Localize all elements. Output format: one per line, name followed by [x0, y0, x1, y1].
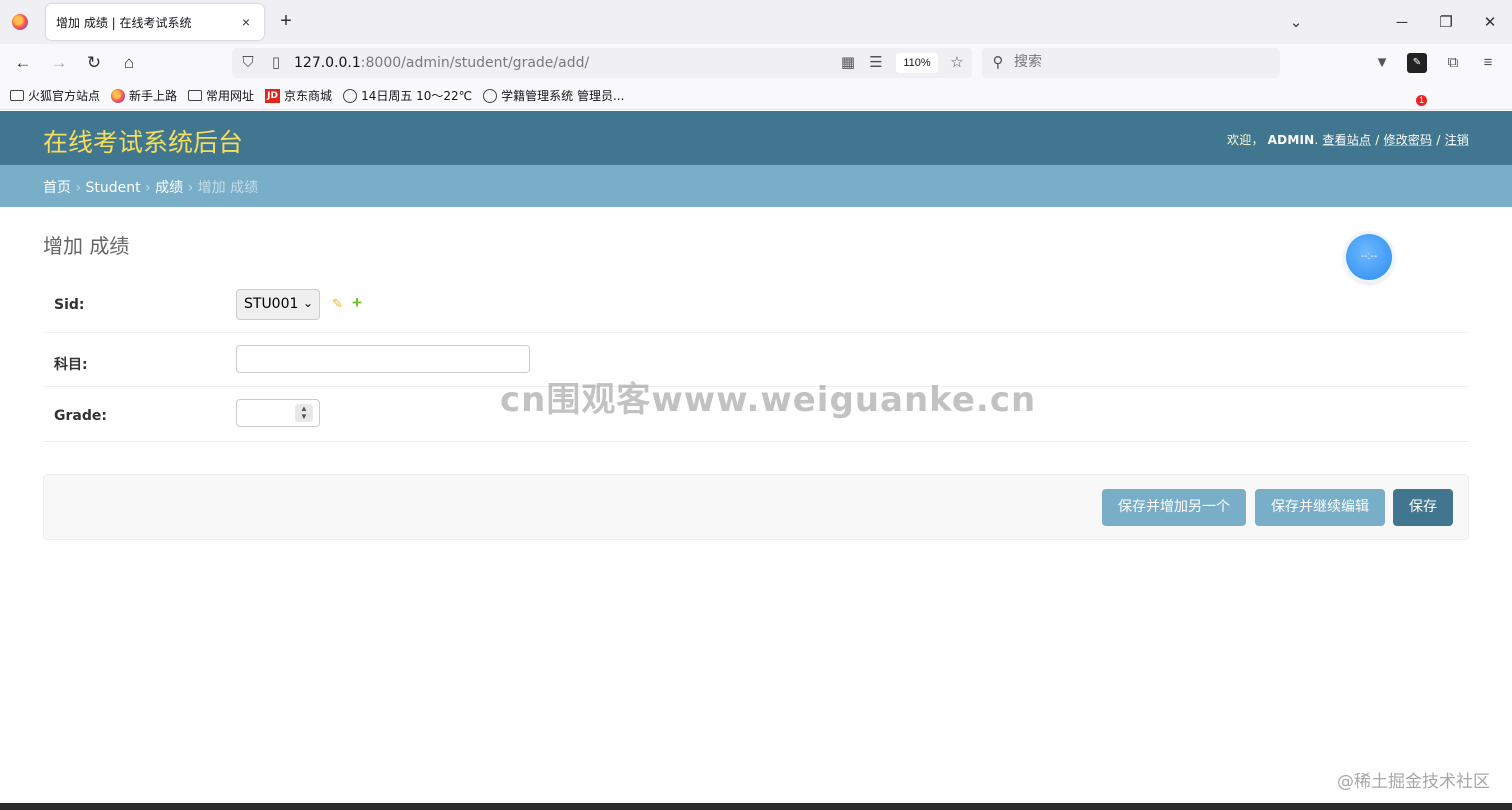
- vpn-extension-icon[interactable]: ▼: [1372, 53, 1392, 73]
- submit-row: 保存并增加另一个 保存并继续编辑 保存: [43, 474, 1469, 540]
- url-bar[interactable]: ⛉ ▯ 127.0.0.1:8000/admin/student/grade/a…: [232, 48, 972, 78]
- watermark: cn围观客www.weiguanke.cn: [500, 380, 1037, 420]
- folder-icon: [188, 90, 203, 101]
- chevron-down-icon: ⌄: [302, 296, 313, 310]
- bookmark-item[interactable]: JD 京东商城: [265, 87, 332, 104]
- bookmark-item[interactable]: 新手上路: [111, 87, 177, 104]
- folder-icon: [10, 90, 24, 101]
- new-tab-button[interactable]: +: [276, 10, 296, 32]
- browser-tab[interactable]: 增加 成绩 | 在线考试系统 ×: [46, 4, 264, 40]
- tab-close-icon[interactable]: ×: [238, 14, 254, 30]
- back-icon[interactable]: ←: [13, 53, 33, 73]
- bookmark-item[interactable]: 常用网址: [188, 87, 254, 104]
- user-tools: 欢迎， ADMIN. 查看站点 / 修改密码 / 注销: [1227, 133, 1469, 147]
- sid-label: Sid:: [54, 297, 85, 313]
- save-button[interactable]: 保存: [1393, 489, 1453, 526]
- extension-icon[interactable]: ✎: [1407, 53, 1427, 73]
- firefox-logo-icon[interactable]: [12, 14, 28, 30]
- sid-select[interactable]: STU001 ⌄: [236, 289, 320, 320]
- save-and-continue-button[interactable]: 保存并继续编辑: [1255, 489, 1385, 526]
- search-input[interactable]: [1012, 53, 1252, 71]
- juejin-watermark: @稀土掘金技术社区: [1337, 772, 1490, 792]
- breadcrumb-home[interactable]: 首页: [43, 180, 71, 196]
- save-and-add-another-button[interactable]: 保存并增加另一个: [1102, 489, 1246, 526]
- username: ADMIN: [1267, 133, 1315, 147]
- floating-widget[interactable]: --:--: [1346, 234, 1392, 280]
- page-title: 增加 成绩: [43, 234, 130, 258]
- change-password-link[interactable]: 修改密码: [1384, 133, 1433, 147]
- zoom-level[interactable]: 110%: [896, 53, 938, 73]
- reader-view-icon[interactable]: ☰: [866, 53, 886, 73]
- view-site-link[interactable]: 查看站点: [1322, 133, 1371, 147]
- extension-badge: 1: [1416, 95, 1428, 106]
- restore-icon[interactable]: ❐: [1424, 13, 1468, 31]
- reload-icon[interactable]: ↻: [84, 53, 104, 73]
- breadcrumb-app[interactable]: Student: [86, 180, 141, 196]
- home-icon[interactable]: ⌂: [119, 53, 139, 73]
- url-text[interactable]: 127.0.0.1:8000/admin/student/grade/add/: [294, 55, 589, 71]
- bookmark-star-icon[interactable]: ☆: [947, 53, 967, 73]
- taskbar-strip: [0, 803, 1512, 810]
- breadcrumb-model[interactable]: 成绩: [155, 180, 183, 196]
- extensions-puzzle-icon[interactable]: ⧉: [1443, 53, 1463, 73]
- firefox-icon: [111, 88, 126, 103]
- list-all-tabs-icon[interactable]: ⌄: [1274, 13, 1318, 31]
- minimize-icon[interactable]: ─: [1380, 14, 1424, 31]
- shield-icon[interactable]: ⛉: [238, 53, 258, 73]
- bookmark-item[interactable]: 14日周五 10～22℃: [343, 87, 472, 104]
- subject-label: 科目:: [54, 357, 88, 373]
- grade-label: Grade:: [54, 408, 107, 424]
- bookmark-item[interactable]: 火狐官方站点: [10, 87, 100, 104]
- bookmarks-toolbar: 火狐官方站点 新手上路 常用网址 JD 京东商城 14日周五 10～22℃ 学籍管…: [0, 82, 1512, 110]
- browser-tab-bar: 增加 成绩 | 在线考试系统 × + ⌄ ─ ❐ ✕: [0, 0, 1512, 44]
- breadcrumb-current: 增加 成绩: [197, 180, 259, 196]
- tab-title: 增加 成绩 | 在线考试系统: [56, 15, 192, 30]
- browser-nav-bar: ← → ↻ ⌂ ⛉ ▯ 127.0.0.1:8000/admin/student…: [0, 44, 1512, 106]
- qr-code-icon[interactable]: ▦: [838, 53, 858, 73]
- search-bar[interactable]: ⚲: [982, 48, 1280, 78]
- breadcrumb: 首页 › Student › 成绩 › 增加 成绩: [0, 165, 1512, 207]
- search-icon: ⚲: [992, 54, 1004, 71]
- logout-link[interactable]: 注销: [1445, 133, 1469, 147]
- close-window-icon[interactable]: ✕: [1468, 13, 1512, 31]
- bookmark-item[interactable]: 学籍管理系统 管理员...: [483, 87, 624, 104]
- form-row-sid: Sid: STU001 ⌄ ✎ +: [43, 279, 1469, 333]
- page-icon: ▯: [271, 54, 281, 71]
- number-spinner-icon[interactable]: ▲ ▼: [295, 404, 313, 422]
- subject-input[interactable]: [236, 345, 530, 373]
- admin-header: 在线考试系统后台 欢迎， ADMIN. 查看站点 / 修改密码 / 注销: [0, 111, 1512, 165]
- site-branding[interactable]: 在线考试系统后台: [43, 123, 243, 159]
- window-controls: ⌄ ─ ❐ ✕: [1274, 0, 1512, 44]
- edit-pencil-icon[interactable]: ✎: [332, 296, 343, 312]
- forward-icon[interactable]: →: [49, 53, 69, 73]
- grade-number-input[interactable]: ▲ ▼: [236, 399, 320, 427]
- menu-icon[interactable]: ≡: [1478, 53, 1498, 73]
- globe-icon: [343, 88, 358, 103]
- add-plus-icon[interactable]: +: [352, 293, 362, 313]
- jd-icon: JD: [265, 88, 281, 103]
- globe-icon: [483, 88, 498, 103]
